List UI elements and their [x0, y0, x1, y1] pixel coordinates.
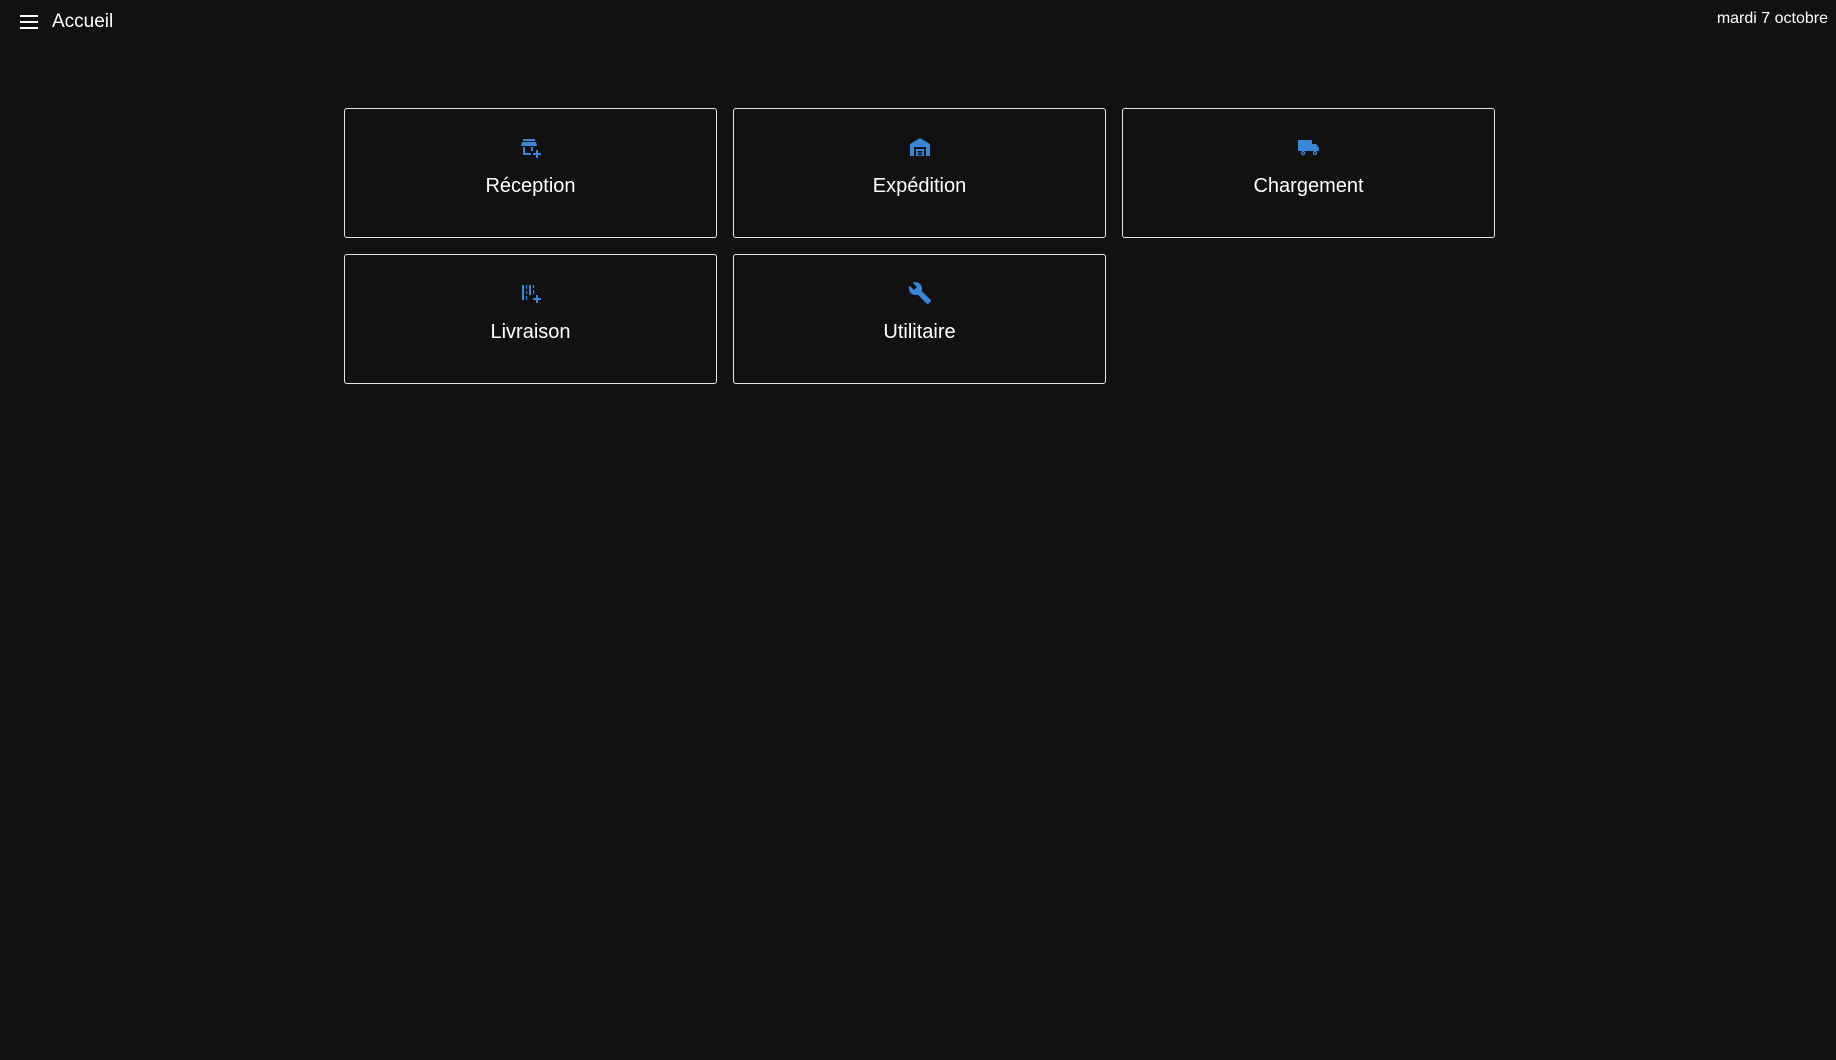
- tile-label: Chargement: [1253, 175, 1364, 197]
- tile-label: Utilitaire: [883, 321, 956, 343]
- page-title: Accueil: [52, 11, 114, 32]
- date-label: mardi 7 octobre: [1716, 10, 1828, 27]
- tile-grid: Réception Expédition Chargement Livraiso…: [344, 108, 1496, 384]
- tile-label: Réception: [485, 175, 576, 197]
- tile-livraison[interactable]: Livraison: [344, 254, 717, 384]
- barcode-plus-icon: [521, 285, 541, 303]
- wrench-icon: [908, 282, 931, 304]
- store-plus-icon: [520, 139, 541, 158]
- menu-icon[interactable]: [20, 14, 40, 30]
- tile-chargement[interactable]: Chargement: [1122, 108, 1495, 238]
- warehouse-icon: [909, 138, 930, 156]
- truck-icon: [1297, 140, 1319, 156]
- tile-utilitaire[interactable]: Utilitaire: [733, 254, 1106, 384]
- tile-label: Livraison: [490, 321, 571, 343]
- top-bar: Accueil mardi 7 octobre: [0, 0, 1836, 44]
- menu-button[interactable]: Accueil: [20, 10, 113, 34]
- tile-label: Expédition: [872, 175, 967, 197]
- tile-reception[interactable]: Réception: [344, 108, 717, 238]
- tile-expedition[interactable]: Expédition: [733, 108, 1106, 238]
